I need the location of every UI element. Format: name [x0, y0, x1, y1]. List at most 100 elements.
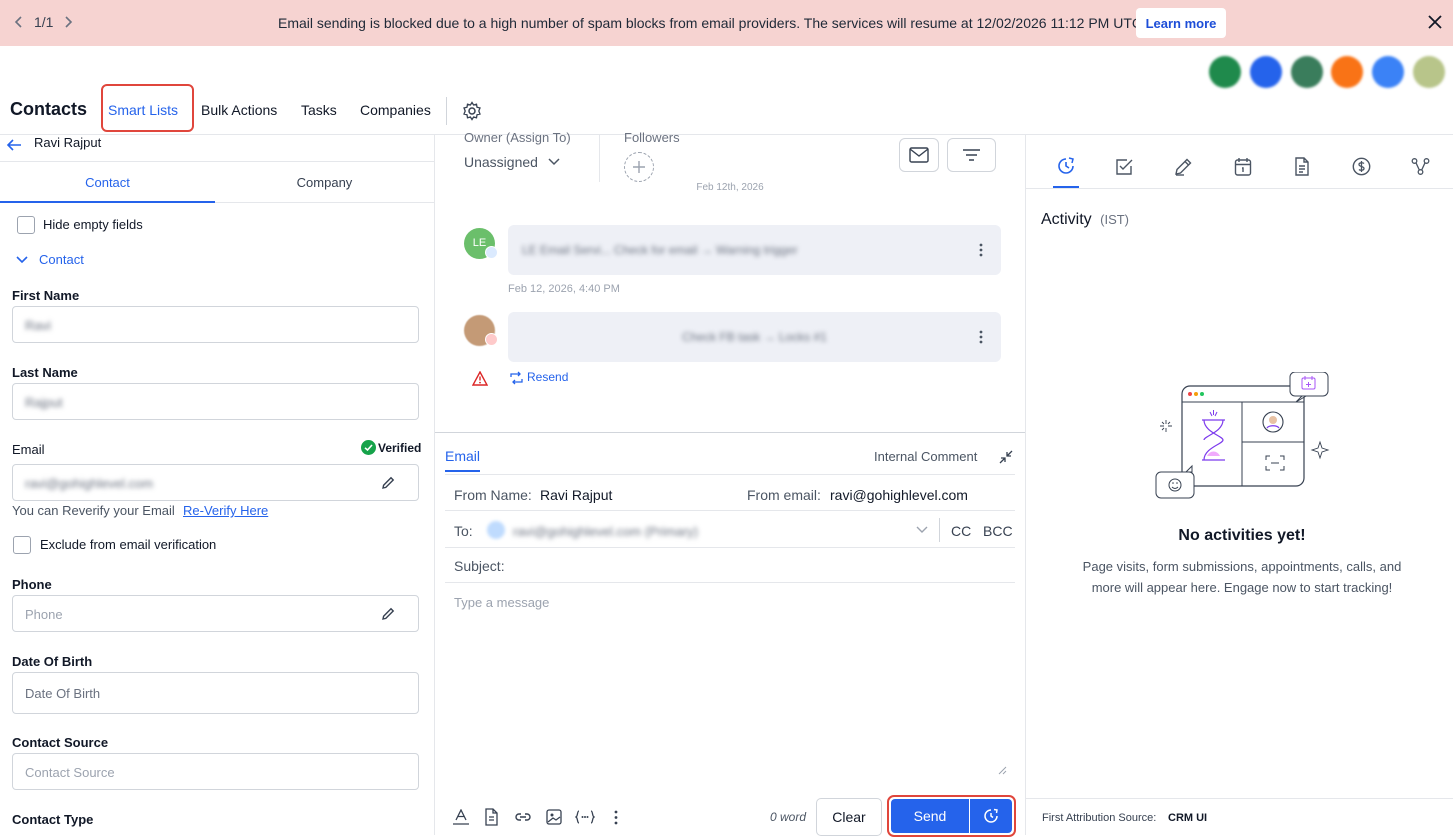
subject-row[interactable]: Subject: — [445, 549, 1015, 583]
first-name-field[interactable]: Ravi — [12, 306, 419, 343]
pencil-icon[interactable] — [380, 606, 396, 622]
tabs-divider — [215, 202, 434, 203]
to-row: To: ravi@gohighlevel.com (Primary) CC BC… — [445, 512, 1015, 548]
exclude-verification-checkbox[interactable] — [13, 536, 31, 554]
tab-internal-comment[interactable]: Internal Comment — [874, 449, 977, 464]
workflow-icon[interactable] — [1411, 157, 1430, 176]
last-name-label: Last Name — [12, 365, 78, 380]
tab-tasks[interactable]: Tasks — [301, 102, 337, 118]
activity-clock-icon[interactable] — [1056, 156, 1076, 176]
resize-handle-icon[interactable] — [998, 766, 1007, 775]
from-email-label: From email: — [747, 487, 821, 503]
empty-state-title: No activities yet! — [1178, 527, 1306, 544]
clear-button[interactable]: Clear — [816, 798, 882, 836]
more-options-icon[interactable] — [614, 810, 618, 825]
link-icon[interactable] — [514, 811, 532, 823]
subject-label: Subject: — [454, 558, 505, 574]
learn-more-button[interactable]: Learn more — [1136, 8, 1226, 38]
activity-panel: Activity (IST) No activities yet! Page v… — [1026, 134, 1453, 835]
kebab-menu-icon[interactable] — [979, 243, 983, 257]
dob-field[interactable]: Date Of Birth — [12, 672, 419, 714]
cc-divider — [939, 518, 940, 542]
send-button[interactable]: Send — [891, 799, 969, 833]
verified-check-icon — [361, 440, 376, 455]
word-count: 0 word — [770, 810, 807, 824]
chevron-down-icon[interactable] — [548, 158, 560, 166]
email-label: Email — [12, 442, 45, 457]
source-label: Contact Source — [12, 735, 109, 750]
email-filter-button[interactable] — [899, 138, 939, 172]
activity-title: Activity (IST) — [1041, 211, 1129, 229]
tab-companies[interactable]: Companies — [360, 102, 431, 118]
tab-contact[interactable]: Contact — [0, 162, 215, 203]
message-bubble[interactable]: LE Email Servi... Check for email → Warn… — [508, 225, 1001, 275]
empty-state-line1: Page visits, form submissions, appointme… — [1082, 559, 1402, 574]
exclude-verification-label: Exclude from email verification — [40, 537, 217, 552]
schedule-send-button[interactable] — [970, 799, 1012, 833]
custom-values-icon[interactable] — [575, 810, 595, 824]
reverify-link[interactable]: Re-Verify Here — [183, 503, 268, 518]
dollar-icon[interactable] — [1352, 157, 1371, 176]
chevron-down-icon[interactable] — [15, 255, 29, 265]
filter-button[interactable] — [947, 138, 996, 172]
add-follower-button[interactable] — [624, 152, 654, 182]
image-icon[interactable] — [546, 809, 562, 825]
from-name-value[interactable]: Ravi Rajput — [540, 487, 612, 503]
contact-name: Ravi Rajput — [34, 135, 102, 150]
message-text: Check FB task → Locks #1 — [682, 330, 827, 344]
tab-smart-lists[interactable]: Smart Lists — [108, 102, 178, 118]
pencil-icon[interactable] — [1174, 157, 1193, 176]
tab-email[interactable]: Email — [445, 448, 481, 472]
owner-select[interactable]: Unassigned — [464, 154, 538, 170]
dob-placeholder: Date Of Birth — [25, 686, 101, 701]
contact-details-panel: Ravi Rajput Contact Company Hide empty f… — [0, 134, 434, 835]
dob-label: Date Of Birth — [12, 654, 93, 669]
page-title: Contacts — [10, 99, 88, 119]
from-row: From Name: Ravi Rajput From email: ravi@… — [445, 475, 1015, 511]
collapse-icon[interactable] — [999, 450, 1013, 464]
cc-button[interactable]: CC — [951, 523, 971, 539]
source-field[interactable]: Contact Source — [12, 753, 419, 790]
bcc-button[interactable]: BCC — [983, 523, 1013, 539]
first-name-value: Ravi — [25, 318, 52, 333]
chevron-left-icon[interactable] — [14, 15, 24, 29]
to-value[interactable]: ravi@gohighlevel.com (Primary) — [513, 524, 698, 539]
notes-icon[interactable] — [1294, 157, 1310, 176]
top-nav: Contacts Smart Lists Bulk Actions Tasks … — [0, 82, 1453, 134]
spam-warning-banner: 1/1 Email sending is blocked due to a hi… — [0, 0, 1453, 46]
back-arrow-icon[interactable] — [6, 138, 22, 152]
date-chip: Feb 12th, 2026 — [685, 182, 775, 196]
kebab-menu-icon[interactable] — [979, 330, 983, 344]
gear-icon[interactable] — [462, 101, 482, 121]
activity-title-text: Activity — [1041, 211, 1092, 228]
from-name-label: From Name: — [454, 487, 532, 503]
chevron-down-icon[interactable] — [916, 526, 928, 534]
owner-value: Unassigned — [464, 154, 538, 170]
chevron-right-icon[interactable] — [63, 15, 73, 29]
calendar-icon[interactable] — [1234, 157, 1252, 176]
message-time: Feb 12, 2026, 4:40 PM — [508, 283, 620, 295]
message-bubble[interactable]: Check FB task → Locks #1 — [508, 312, 1001, 362]
tab-bulk-actions[interactable]: Bulk Actions — [201, 102, 277, 118]
text-format-icon[interactable] — [452, 809, 470, 825]
warning-icon — [472, 371, 488, 386]
email-field[interactable]: ravi@gohighlevel.com — [12, 464, 419, 501]
phone-field[interactable]: Phone — [12, 595, 419, 632]
close-icon[interactable] — [1428, 15, 1442, 29]
hide-empty-checkbox[interactable] — [17, 216, 35, 234]
document-icon[interactable] — [484, 808, 499, 826]
message-input[interactable]: Type a message — [454, 595, 549, 610]
mail-error-badge-icon — [485, 333, 498, 346]
resend-icon[interactable] — [509, 371, 524, 385]
last-name-field[interactable]: Rajput — [12, 383, 419, 420]
empty-state-line2: more will appear here. Engage now to sta… — [1091, 580, 1393, 595]
pencil-icon[interactable] — [380, 475, 396, 491]
attribution-label: First Attribution Source: — [1042, 812, 1157, 824]
resend-link[interactable]: Resend — [527, 370, 568, 384]
tasks-checkbox-icon[interactable] — [1115, 157, 1134, 176]
activity-timezone: (IST) — [1100, 212, 1130, 227]
from-email-value[interactable]: ravi@gohighlevel.com — [830, 487, 968, 503]
followers-label: Followers — [624, 130, 680, 145]
section-contact[interactable]: Contact — [39, 252, 84, 267]
tab-company[interactable]: Company — [215, 162, 434, 203]
